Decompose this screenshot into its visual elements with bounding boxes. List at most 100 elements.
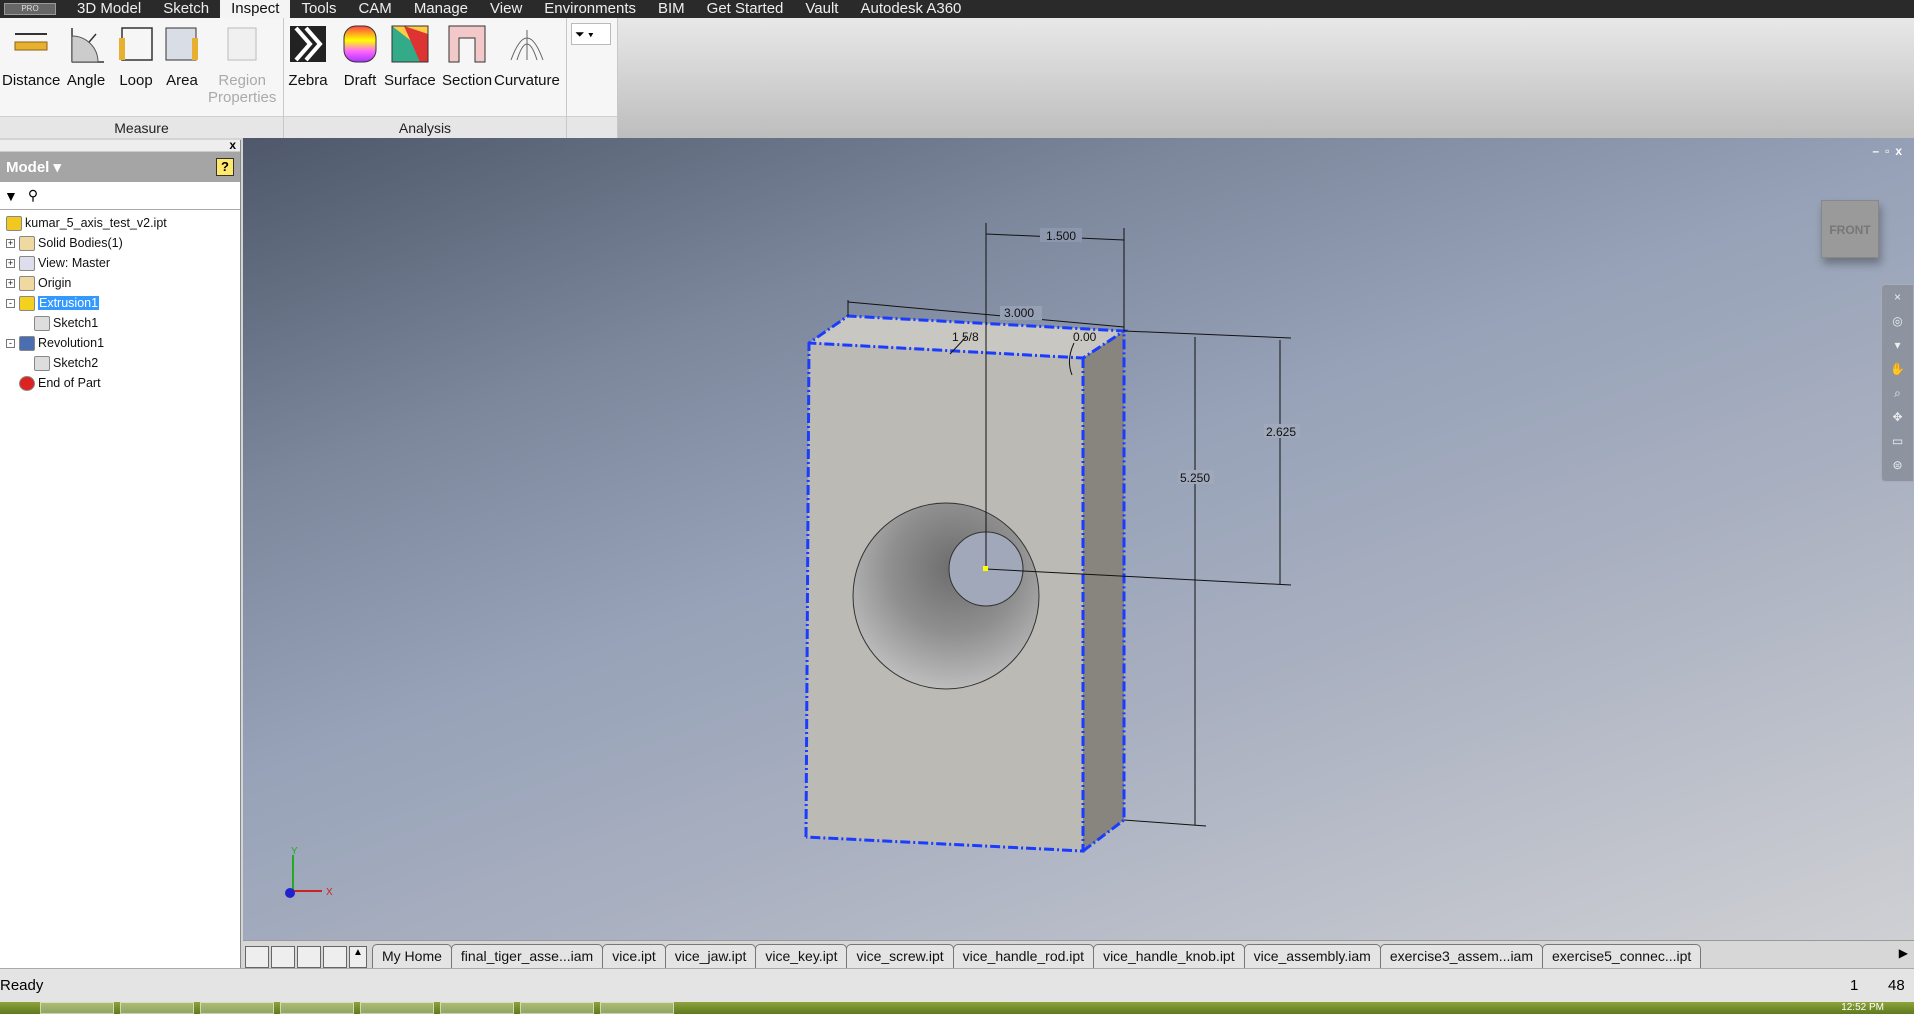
tab-manage[interactable]: Manage [403,0,479,18]
customize-icon[interactable]: ⊜ [1882,453,1913,477]
orbit-icon[interactable]: ✥ [1882,405,1913,429]
expand-icon[interactable]: + [6,238,15,248]
tree-node[interactable]: Sketch1 [0,313,240,333]
view-face-icon[interactable]: ▭ [1882,429,1913,453]
filter-icon[interactable]: ▼ [4,188,18,204]
browser-toolbar: ▼ ⚲ [0,182,240,210]
document-tab[interactable]: vice_key.ipt [755,944,848,968]
taskbar-item[interactable] [520,1002,594,1014]
taskbar-item[interactable] [200,1002,274,1014]
tree-node[interactable]: End of Part [0,373,240,393]
tab-view[interactable]: View [479,0,533,18]
document-tab[interactable]: My Home [372,944,452,968]
tree-node[interactable]: + Solid Bodies(1) [0,233,240,253]
viewport-window-controls[interactable]: –▫x [1872,144,1908,158]
area-button[interactable]: Area [162,24,202,89]
tree-node[interactable]: + View: Master [0,253,240,273]
taskbar-item[interactable] [120,1002,194,1014]
pan-hand-icon[interactable]: ✋ [1882,357,1913,381]
vertical-view-icon[interactable] [323,946,347,968]
tab-inspect[interactable]: Inspect [220,0,291,18]
section-button[interactable]: Section [442,24,492,89]
tree-node[interactable]: - Extrusion1 [0,293,240,313]
tab-environments[interactable]: Environments [533,0,647,18]
chevron-down-icon[interactable]: ▾ [1882,333,1913,357]
dimension-3000[interactable]: 3.000 [1004,306,1034,320]
status-bar: Ready 1 48 [0,968,1914,1002]
close-icon[interactable]: x [229,138,236,152]
horizontal-view-icon[interactable] [297,946,321,968]
binoculars-icon[interactable]: ⚲ [28,187,38,204]
taskbar-item[interactable] [40,1002,114,1014]
browser-title-dropdown[interactable]: Model ▾ [6,158,61,176]
region-properties-button[interactable]: Region Properties [208,24,276,106]
tree-node-label: Sketch2 [53,356,99,370]
dimension-5250[interactable]: 5.250 [1180,471,1210,485]
graphics-viewport[interactable]: 1.500 3.000 1 5/8 0.00 5.250 2.625 Y X –… [243,138,1914,940]
tree-node[interactable]: + Origin [0,273,240,293]
document-tab[interactable]: vice_assembly.iam [1243,944,1381,968]
zebra-button[interactable]: Zebra [288,24,328,89]
tab-cam[interactable]: CAM [347,0,402,18]
zoom-icon[interactable]: ⌕ [1882,381,1913,405]
app-menu-button[interactable]: PRO [4,3,56,15]
taskbar-item[interactable] [440,1002,514,1014]
tree-node[interactable]: - Revolution1 [0,333,240,353]
document-tab[interactable]: vice_handle_knob.ipt [1093,944,1245,968]
tree-node-label: Revolution1 [38,336,105,350]
browser-grip[interactable]: x [0,138,240,152]
collapse-icon[interactable]: - [6,338,15,348]
tree-node-label: End of Part [38,376,101,390]
taskbar-item[interactable] [360,1002,434,1014]
viewcube[interactable]: FRONT [1821,200,1879,258]
tile-view-icon[interactable] [271,946,295,968]
tree-node[interactable]: kumar_5_axis_test_v2.ipt [0,213,240,233]
distance-button[interactable]: Distance [2,24,60,89]
scroll-right-icon[interactable]: ▶ [1899,946,1908,960]
tab-sketch[interactable]: Sketch [152,0,220,18]
extrusion-icon [19,295,35,311]
expand-icon[interactable]: + [6,278,15,288]
extra-panel: ⏷ ▾ [567,18,618,138]
tree-node[interactable]: Sketch2 [0,353,240,373]
tab-tools[interactable]: Tools [290,0,347,18]
document-tab[interactable]: vice_jaw.ipt [664,944,757,968]
taskbar-item[interactable] [280,1002,354,1014]
dropdown-button[interactable]: ⏷ ▾ [571,23,611,45]
browser-header: Model ▾ ? [0,152,240,182]
dimension-1-5-8[interactable]: 1 5/8 [952,330,979,344]
draft-button[interactable]: Draft [340,24,380,89]
document-tab[interactable]: vice_screw.ipt [846,944,954,968]
dimension-2625[interactable]: 2.625 [1266,425,1296,439]
tab-autodesk-a360[interactable]: Autodesk A360 [849,0,972,18]
close-icon[interactable]: × [1882,285,1913,309]
dimension-0-00[interactable]: 0.00 [1073,330,1097,344]
angle-button[interactable]: Angle [66,24,106,89]
model-canvas[interactable]: 1.500 3.000 1 5/8 0.00 5.250 2.625 Y X [243,138,1914,940]
document-tab[interactable]: exercise5_connec...ipt [1542,944,1702,968]
tab-bim[interactable]: BIM [647,0,696,18]
collapse-icon[interactable]: - [6,298,15,308]
part-right-face[interactable] [1083,331,1124,851]
expand-icon[interactable]: + [6,258,15,268]
help-icon[interactable]: ? [216,158,234,176]
tree-node-label: Extrusion1 [38,296,100,310]
tab-vault[interactable]: Vault [794,0,849,18]
document-tab[interactable]: exercise3_assem...iam [1379,944,1544,968]
steering-wheel-icon[interactable]: ◎ [1882,309,1913,333]
curvature-button[interactable]: Curvature [494,24,560,89]
taskbar-item[interactable] [600,1002,674,1014]
document-tab[interactable]: vice.ipt [602,944,666,968]
dimension-1500[interactable]: 1.500 [1046,229,1076,243]
loop-icon [116,24,156,64]
open-documents-menu-icon[interactable]: ▲ [349,946,367,968]
tab-get-started[interactable]: Get Started [696,0,795,18]
surface-button[interactable]: Surface [384,24,436,89]
cascade-view-icon[interactable] [245,946,269,968]
loop-button[interactable]: Loop [116,24,156,89]
tab-3d-model[interactable]: 3D Model [66,0,152,18]
document-tab[interactable]: final_tiger_asse...iam [450,944,604,968]
sketch-center-point[interactable] [983,566,988,571]
ribbon: Distance Angle Loop Area Region Propertie… [0,18,1914,138]
document-tab[interactable]: vice_handle_rod.ipt [952,944,1095,968]
